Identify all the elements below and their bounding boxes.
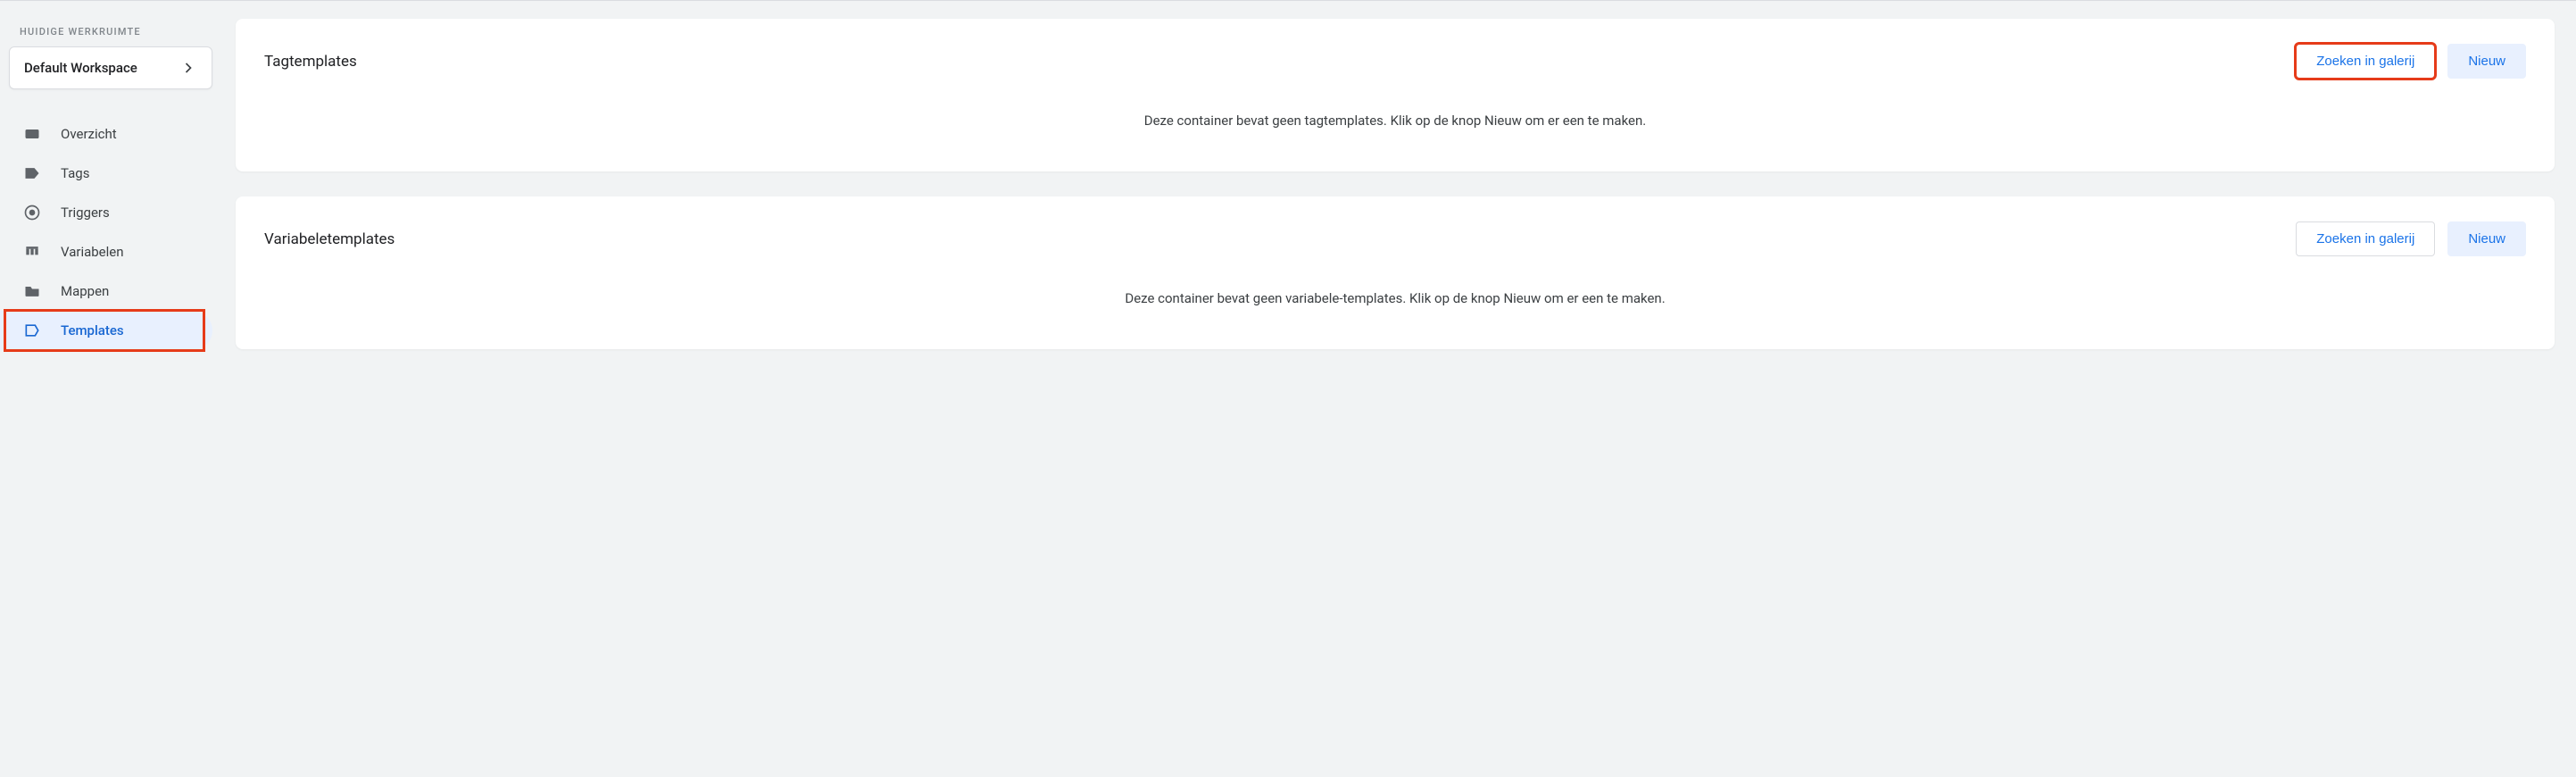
card-title: Tagtemplates [264, 53, 357, 71]
sidebar-item-folders[interactable]: Mappen [0, 272, 212, 311]
sidebar-nav: Overzicht Tags Triggers Variabelen [9, 114, 212, 350]
sidebar-item-label: Overzicht [61, 126, 117, 142]
sidebar-item-tags[interactable]: Tags [0, 154, 212, 193]
app-container: HUIDIGE WERKRUIMTE Default Workspace Ove… [0, 0, 2576, 429]
search-gallery-button[interactable]: Zoeken in galerij [2296, 44, 2435, 79]
new-button[interactable]: Nieuw [2447, 221, 2526, 256]
chevron-right-icon [179, 59, 197, 77]
card-header: Tagtemplates Zoeken in galerij Nieuw [264, 44, 2526, 79]
card-actions: Zoeken in galerij Nieuw [2296, 44, 2526, 79]
sidebar: HUIDIGE WERKRUIMTE Default Workspace Ove… [0, 1, 221, 429]
workspace-name: Default Workspace [24, 60, 137, 76]
sidebar-item-variables[interactable]: Variabelen [0, 232, 212, 272]
sidebar-item-label: Templates [61, 322, 124, 338]
trigger-icon [23, 204, 41, 221]
workspace-selector[interactable]: Default Workspace [9, 46, 212, 89]
folder-icon [23, 282, 41, 300]
sidebar-item-label: Tags [61, 165, 89, 181]
template-icon [23, 322, 41, 339]
card-header: Variabeletemplates Zoeken in galerij Nie… [264, 221, 2526, 256]
sidebar-item-label: Variabelen [61, 244, 124, 260]
variable-templates-card: Variabeletemplates Zoeken in galerij Nie… [236, 196, 2555, 349]
overview-icon [23, 125, 41, 143]
sidebar-item-templates[interactable]: Templates [0, 311, 212, 350]
empty-message: Deze container bevat geen tagtemplates. … [264, 113, 2526, 129]
card-title: Variabeletemplates [264, 230, 395, 248]
main-content: Tagtemplates Zoeken in galerij Nieuw Dez… [221, 1, 2576, 429]
tag-icon [23, 164, 41, 182]
new-button[interactable]: Nieuw [2447, 44, 2526, 79]
sidebar-item-label: Triggers [61, 205, 110, 221]
card-actions: Zoeken in galerij Nieuw [2296, 221, 2526, 256]
tag-templates-card: Tagtemplates Zoeken in galerij Nieuw Dez… [236, 19, 2555, 171]
sidebar-item-triggers[interactable]: Triggers [0, 193, 212, 232]
search-gallery-button[interactable]: Zoeken in galerij [2296, 221, 2435, 256]
sidebar-item-label: Mappen [61, 283, 109, 299]
variable-icon [23, 243, 41, 261]
empty-message: Deze container bevat geen variabele-temp… [264, 290, 2526, 306]
workspace-section-label: HUIDIGE WERKRUIMTE [9, 15, 212, 46]
sidebar-item-overview[interactable]: Overzicht [0, 114, 212, 154]
